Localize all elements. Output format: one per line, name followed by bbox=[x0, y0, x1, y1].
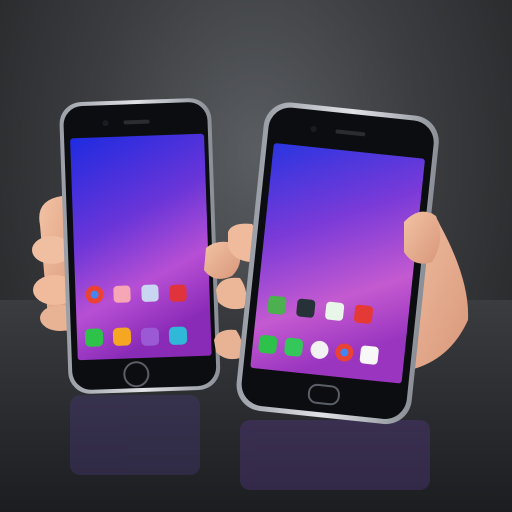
photos-icon[interactable] bbox=[325, 301, 345, 321]
contacts-icon[interactable] bbox=[112, 327, 132, 346]
messages-icon[interactable] bbox=[284, 337, 304, 357]
phone-icon[interactable] bbox=[84, 328, 104, 347]
photo-svg bbox=[0, 98, 512, 512]
phone-icon[interactable] bbox=[258, 335, 278, 355]
store-icon[interactable] bbox=[353, 304, 374, 324]
messages-icon[interactable] bbox=[140, 327, 160, 346]
play-icon[interactable] bbox=[296, 298, 316, 318]
settings-icon[interactable] bbox=[141, 284, 159, 302]
video-icon[interactable] bbox=[169, 284, 187, 302]
right-thumb bbox=[404, 211, 441, 264]
right-phone-home-button[interactable] bbox=[307, 383, 340, 406]
photo-scene bbox=[0, 0, 512, 512]
left-phone-screen bbox=[70, 133, 212, 361]
gallery-icon[interactable] bbox=[359, 345, 379, 365]
camera-icon[interactable] bbox=[168, 326, 188, 345]
right-phone bbox=[236, 102, 439, 425]
gallery-icon[interactable] bbox=[113, 285, 131, 303]
left-phone bbox=[59, 98, 221, 394]
left-phone-home-button[interactable] bbox=[123, 361, 150, 388]
maps-icon[interactable] bbox=[267, 295, 287, 315]
